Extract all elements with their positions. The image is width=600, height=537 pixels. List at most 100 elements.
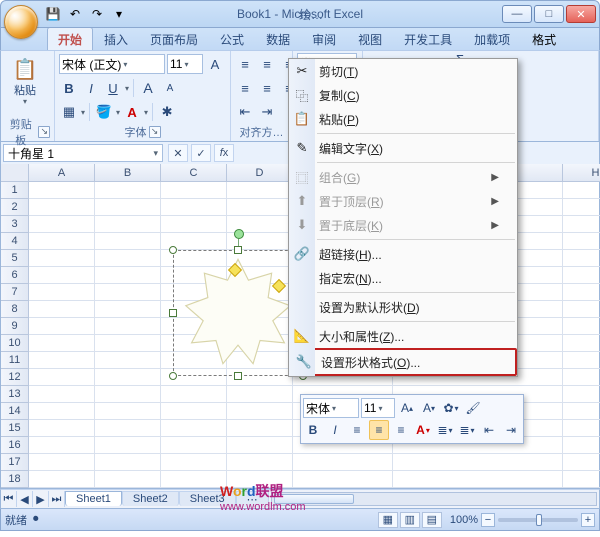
clipboard-dialog-launcher[interactable]: ↘ — [38, 126, 50, 138]
qat-undo-icon[interactable]: ↶ — [66, 5, 84, 23]
menu-item-h[interactable]: 🔗超链接(H)... — [289, 242, 517, 266]
tab-home[interactable]: 开始 — [47, 27, 93, 51]
qat-redo-icon[interactable]: ↷ — [88, 5, 106, 23]
row-header[interactable]: 6 — [1, 267, 29, 284]
tab-review[interactable]: 审阅 — [301, 27, 347, 51]
mini-italic-button[interactable]: I — [325, 420, 345, 440]
row-header[interactable]: 14 — [1, 403, 29, 420]
align-top-button[interactable]: ≡ — [235, 54, 255, 74]
confirm-entry-button[interactable]: ✓ — [191, 144, 211, 162]
mini-align-left-button[interactable]: ≡ — [347, 420, 367, 440]
paste-button[interactable]: 📋 粘贴 ▾ — [5, 53, 45, 108]
view-normal-button[interactable]: ▦ — [378, 512, 398, 528]
sheet-tab-3[interactable]: Sheet3 — [179, 491, 236, 506]
zoom-in-button[interactable]: + — [581, 513, 595, 527]
row-header[interactable]: 10 — [1, 335, 29, 352]
font-size-combo[interactable]: 11▾ — [167, 54, 203, 74]
minimize-button[interactable]: — — [502, 5, 532, 23]
font-grow-button[interactable]: A — [205, 54, 225, 74]
tab-developer[interactable]: 开发工具 — [393, 27, 463, 51]
col-header[interactable]: H — [563, 164, 600, 182]
mini-shrink-font-button[interactable]: A▾ — [419, 398, 439, 418]
mini-paint-button[interactable]: 🖌 — [463, 398, 483, 418]
sheet-tab-1[interactable]: Sheet1 — [65, 491, 122, 506]
maximize-button[interactable]: □ — [534, 5, 564, 23]
align-center-button[interactable]: ≡ — [257, 78, 277, 98]
row-header[interactable]: 16 — [1, 437, 29, 454]
row-header[interactable]: 4 — [1, 233, 29, 250]
horizontal-scrollbar[interactable] — [271, 492, 597, 506]
underline-button[interactable]: U — [103, 78, 123, 98]
qat-customize-icon[interactable]: ▾ — [110, 5, 128, 23]
menu-item-n[interactable]: 指定宏(N)... — [289, 266, 517, 290]
rotation-handle[interactable] — [234, 229, 244, 239]
row-header[interactable]: 11 — [1, 352, 29, 369]
fx-button[interactable]: fx — [214, 144, 234, 162]
sheet-nav-prev[interactable]: ◀ — [17, 491, 33, 507]
align-left-button[interactable]: ≡ — [235, 78, 255, 98]
shrink-font-button[interactable]: A — [160, 78, 180, 98]
col-header[interactable]: C — [161, 164, 227, 182]
sheet-nav-first[interactable]: ⏮ — [1, 491, 17, 507]
view-page-break-button[interactable]: ▤ — [422, 512, 442, 528]
phonetic-button[interactable]: ✱ — [157, 102, 177, 122]
selected-shape[interactable] — [173, 250, 303, 376]
row-header[interactable]: 15 — [1, 420, 29, 437]
office-button[interactable] — [4, 5, 38, 39]
zoom-out-button[interactable]: − — [481, 513, 495, 527]
tab-page-layout[interactable]: 页面布局 — [139, 27, 209, 51]
fill-color-button[interactable]: 🪣 — [94, 102, 114, 122]
resize-handle-sw[interactable] — [169, 372, 177, 380]
col-header[interactable]: A — [29, 164, 95, 182]
indent-inc-button[interactable]: ⇥ — [257, 102, 277, 122]
resize-handle-w[interactable] — [169, 309, 177, 317]
mini-indent-dec-button[interactable]: ⇤ — [479, 420, 499, 440]
row-header[interactable]: 18 — [1, 471, 29, 488]
col-header[interactable]: D — [227, 164, 293, 182]
row-header[interactable]: 17 — [1, 454, 29, 471]
macro-record-icon[interactable]: ⏺ — [33, 513, 39, 526]
font-name-combo[interactable]: 宋体 (正文)▾ — [59, 54, 165, 74]
tab-formulas[interactable]: 公式 — [209, 27, 255, 51]
resize-handle-nw[interactable] — [169, 246, 177, 254]
row-header[interactable]: 3 — [1, 216, 29, 233]
indent-dec-button[interactable]: ⇤ — [235, 102, 255, 122]
row-header[interactable]: 5 — [1, 250, 29, 267]
font-dialog-launcher[interactable]: ↘ — [149, 126, 161, 138]
row-header[interactable]: 7 — [1, 284, 29, 301]
mini-indent-inc-button[interactable]: ⇥ — [501, 420, 521, 440]
row-header[interactable]: 1 — [1, 182, 29, 199]
grow-font-button[interactable]: A — [138, 78, 158, 98]
menu-item-p[interactable]: 📋粘贴(P) — [289, 107, 517, 131]
sheet-nav-next[interactable]: ▶ — [33, 491, 49, 507]
menu-item-d[interactable]: 设置为默认形状(D) — [289, 295, 517, 319]
mini-font-combo[interactable]: 宋体▾ — [303, 398, 359, 418]
cancel-entry-button[interactable]: ✕ — [168, 144, 188, 162]
menu-item-x[interactable]: ✎编辑文字(X) — [289, 136, 517, 160]
mini-bold-button[interactable]: B — [303, 420, 323, 440]
view-page-layout-button[interactable]: ▥ — [400, 512, 420, 528]
mini-font-color-button[interactable]: A▾ — [413, 420, 433, 440]
sheet-nav-last[interactable]: ⏭ — [49, 491, 65, 507]
align-middle-button[interactable]: ≡ — [257, 54, 277, 74]
zoom-label[interactable]: 100% — [450, 514, 478, 526]
tab-insert[interactable]: 插入 — [93, 27, 139, 51]
menu-item-t[interactable]: ✂剪切(T) — [289, 59, 517, 83]
mini-numbering-button[interactable]: ≣▾ — [457, 420, 477, 440]
mini-grow-font-button[interactable]: A▴ — [397, 398, 417, 418]
select-all-corner[interactable] — [1, 164, 29, 182]
mini-style-button[interactable]: ✿▾ — [441, 398, 461, 418]
mini-align-right-button[interactable]: ≡ — [391, 420, 411, 440]
mini-bullets-button[interactable]: ≣▾ — [435, 420, 455, 440]
bold-button[interactable]: B — [59, 78, 79, 98]
mini-align-center-button[interactable]: ≡ — [369, 420, 389, 440]
row-header[interactable]: 8 — [1, 301, 29, 318]
tab-data[interactable]: 数据 — [255, 27, 301, 51]
row-header[interactable]: 13 — [1, 386, 29, 403]
font-color-button[interactable]: A — [122, 102, 142, 122]
mini-size-combo[interactable]: 11▾ — [361, 398, 395, 418]
tab-addins[interactable]: 加载项 — [463, 27, 521, 51]
zoom-slider[interactable] — [498, 518, 578, 522]
italic-button[interactable]: I — [81, 78, 101, 98]
tab-view[interactable]: 视图 — [347, 27, 393, 51]
